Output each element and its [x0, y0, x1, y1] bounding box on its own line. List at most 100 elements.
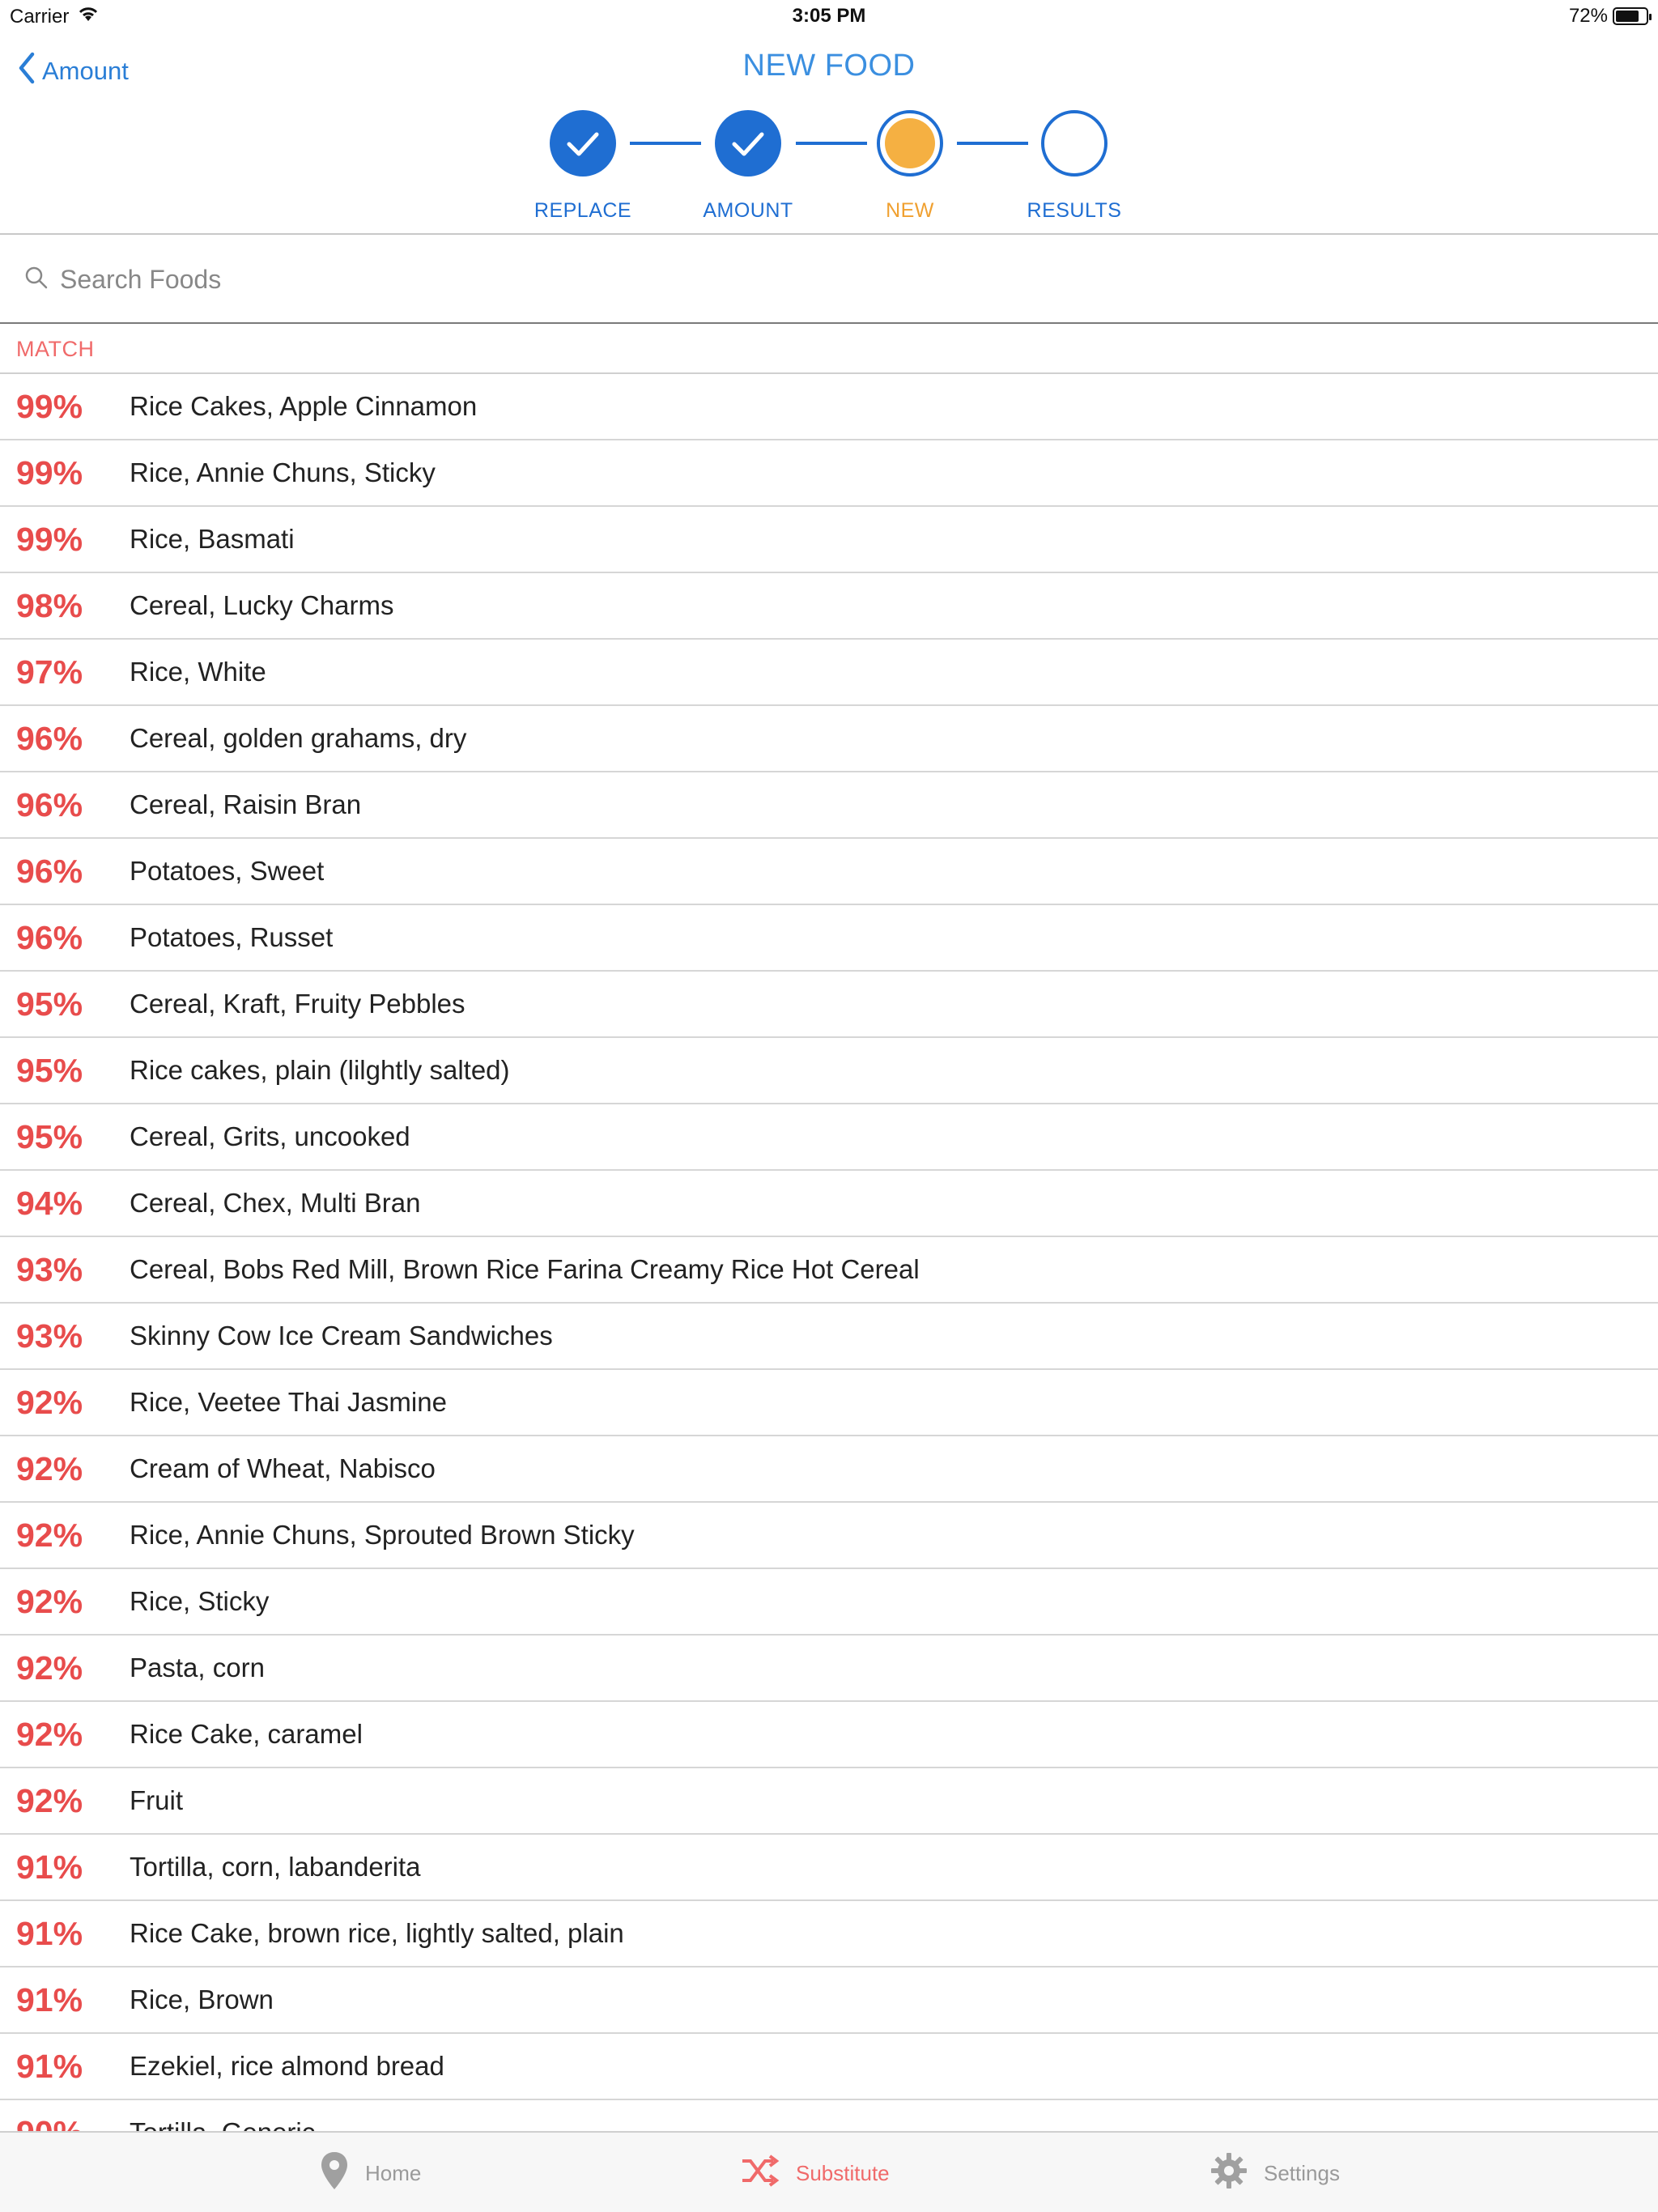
list-item[interactable]: 90%Tortilla, Generic	[0, 2100, 1658, 2132]
food-name: Pasta, corn	[130, 1653, 265, 1682]
list-item[interactable]: 96% Potatoes, Sweet	[0, 839, 1658, 905]
list-item[interactable]: 94% Cereal, Chex, Multi Bran	[0, 1171, 1658, 1237]
match-percent: 93%	[16, 1317, 83, 1355]
navigation-header: Amount NEW FOOD REPLACE AMOUNT NEW RESUL…	[0, 32, 1658, 235]
step-label: RESULTS	[1027, 199, 1122, 222]
battery-status: 72%	[1568, 5, 1652, 28]
list-item[interactable]: 96% Potatoes, Russet	[0, 905, 1658, 972]
food-name: Cereal, Bobs Red Mill, Brown Rice Farina…	[130, 1254, 920, 1284]
step-label: AMOUNT	[703, 199, 793, 222]
food-match-list[interactable]: 99% Rice Cakes, Apple Cinnamon 99% Rice, A…	[0, 374, 1658, 2131]
list-item[interactable]: 92% Cream of Wheat, Nabisco	[0, 1436, 1658, 1503]
match-percent: 91%	[16, 1848, 83, 1886]
match-percent: 91%	[16, 1980, 83, 2018]
checkmark-icon	[550, 110, 616, 177]
list-item[interactable]: 95% Cereal, Kraft, Fruity Pebbles	[0, 972, 1658, 1038]
match-percent: 95%	[16, 985, 83, 1023]
match-percent: 92%	[16, 1582, 83, 1620]
list-item[interactable]: 96% Cereal, Raisin Bran	[0, 772, 1658, 839]
list-item[interactable]: 99% Rice, Annie Chuns, Sticky	[0, 440, 1658, 507]
section-header-match: MATCH	[0, 325, 1658, 374]
match-percent: 96%	[16, 918, 83, 956]
list-item[interactable]: 92% Rice Cake, caramel	[0, 1702, 1658, 1768]
match-percent: 96%	[16, 719, 83, 757]
tab-settings[interactable]: Settings	[1210, 2133, 1340, 2212]
food-name: Rice Cake, caramel	[130, 1719, 363, 1749]
list-item[interactable]: 96% Cereal, golden grahams, dry	[0, 706, 1658, 772]
list-item[interactable]: 93% Skinny Cow Ice Cream Sandwiches	[0, 1304, 1658, 1370]
food-name: Rice, Veetee Thai Jasmine	[130, 1387, 447, 1417]
list-item[interactable]: 99% Rice, Basmati	[0, 507, 1658, 573]
food-name: Tortilla, Generic	[130, 2117, 315, 2131]
list-item[interactable]: 98% Cereal, Lucky Charms	[0, 573, 1658, 640]
match-percent: 98%	[16, 586, 83, 624]
match-percent: 92%	[16, 1449, 83, 1487]
tab-bar: Home Substitute Settings	[0, 2131, 1658, 2212]
match-percent: 97%	[16, 653, 83, 691]
tab-substitute[interactable]: Substitute	[741, 2133, 890, 2212]
search-icon	[24, 266, 49, 294]
list-item[interactable]: 93% Cereal, Bobs Red Mill, Brown Rice Far…	[0, 1237, 1658, 1304]
food-name: Fruit	[130, 1785, 183, 1815]
food-name: Cereal, golden grahams, dry	[130, 723, 467, 753]
tab-label: Substitute	[796, 2160, 890, 2185]
match-percent: 92%	[16, 1516, 83, 1554]
match-percent: 91%	[16, 2047, 83, 2085]
food-name: Rice, Basmati	[130, 524, 295, 554]
food-name: Cereal, Raisin Bran	[130, 789, 362, 819]
location-pin-icon	[320, 2150, 349, 2197]
food-name: Cream of Wheat, Nabisco	[130, 1453, 436, 1483]
list-item[interactable]: 91% Rice Cake, brown rice, lightly salted…	[0, 1901, 1658, 1967]
list-item[interactable]: 91% Ezekiel, rice almond bread	[0, 2034, 1658, 2100]
list-item[interactable]: 97% Rice, White	[0, 640, 1658, 706]
food-name: Rice, Annie Chuns, Sprouted Brown Sticky	[130, 1520, 635, 1550]
battery-percent: 72%	[1568, 5, 1608, 27]
battery-icon	[1613, 7, 1652, 25]
tab-label: Settings	[1264, 2160, 1340, 2185]
list-item[interactable]: 95% Cereal, Grits, uncooked	[0, 1104, 1658, 1171]
food-name: Rice, Brown	[130, 1984, 274, 2014]
step-amount[interactable]: AMOUNT	[675, 110, 821, 223]
match-percent: 90%	[0, 2114, 130, 2132]
list-item[interactable]: 91% Rice, Brown	[0, 1967, 1658, 2034]
food-name: Cereal, Grits, uncooked	[130, 1121, 410, 1151]
match-percent: 92%	[16, 1781, 83, 1819]
search-bar	[0, 236, 1658, 324]
match-percent: 92%	[16, 1648, 83, 1687]
match-percent: 96%	[16, 852, 83, 890]
tab-label: Home	[365, 2160, 422, 2185]
match-percent: 93%	[16, 1250, 83, 1288]
food-name: Rice cakes, plain (lilghtly salted)	[130, 1055, 510, 1085]
page-title: NEW FOOD	[742, 49, 916, 83]
list-item[interactable]: 92% Pasta, corn	[0, 1636, 1658, 1702]
gear-icon	[1210, 2152, 1248, 2195]
step-new[interactable]: NEW	[837, 110, 983, 223]
match-percent: 95%	[16, 1117, 83, 1155]
checkmark-icon	[715, 110, 781, 177]
food-name: Cereal, Kraft, Fruity Pebbles	[130, 989, 466, 1019]
match-percent: 99%	[16, 387, 83, 425]
food-name: Tortilla, corn, labanderita	[130, 1852, 421, 1882]
list-item[interactable]: 92% Rice, Veetee Thai Jasmine	[0, 1370, 1658, 1436]
list-item[interactable]: 95% Rice cakes, plain (lilghtly salted)	[0, 1038, 1658, 1104]
step-results[interactable]: RESULTS	[1001, 110, 1147, 223]
pending-step-indicator	[1041, 110, 1107, 177]
match-percent: 92%	[16, 1715, 83, 1753]
food-name: Rice, Annie Chuns, Sticky	[130, 457, 436, 487]
match-percent: 99%	[16, 520, 83, 558]
step-replace[interactable]: REPLACE	[510, 110, 656, 223]
match-percent: 96%	[16, 785, 83, 823]
search-input[interactable]	[60, 264, 1517, 295]
list-item[interactable]: 92% Rice, Sticky	[0, 1569, 1658, 1636]
list-item[interactable]: 91% Tortilla, corn, labanderita	[0, 1835, 1658, 1901]
list-item[interactable]: 92% Fruit	[0, 1768, 1658, 1835]
status-time: 3:05 PM	[792, 5, 866, 27]
match-percent: 91%	[16, 1914, 83, 1952]
food-name: Cereal, Chex, Multi Bran	[130, 1188, 421, 1218]
food-name: Rice Cakes, Apple Cinnamon	[130, 391, 478, 421]
food-name: Cereal, Lucky Charms	[130, 590, 394, 620]
tab-home[interactable]: Home	[320, 2133, 421, 2212]
food-name: Potatoes, Russet	[130, 922, 334, 952]
list-item[interactable]: 92% Rice, Annie Chuns, Sprouted Brown Sti…	[0, 1503, 1658, 1569]
list-item[interactable]: 99% Rice Cakes, Apple Cinnamon	[0, 374, 1658, 440]
